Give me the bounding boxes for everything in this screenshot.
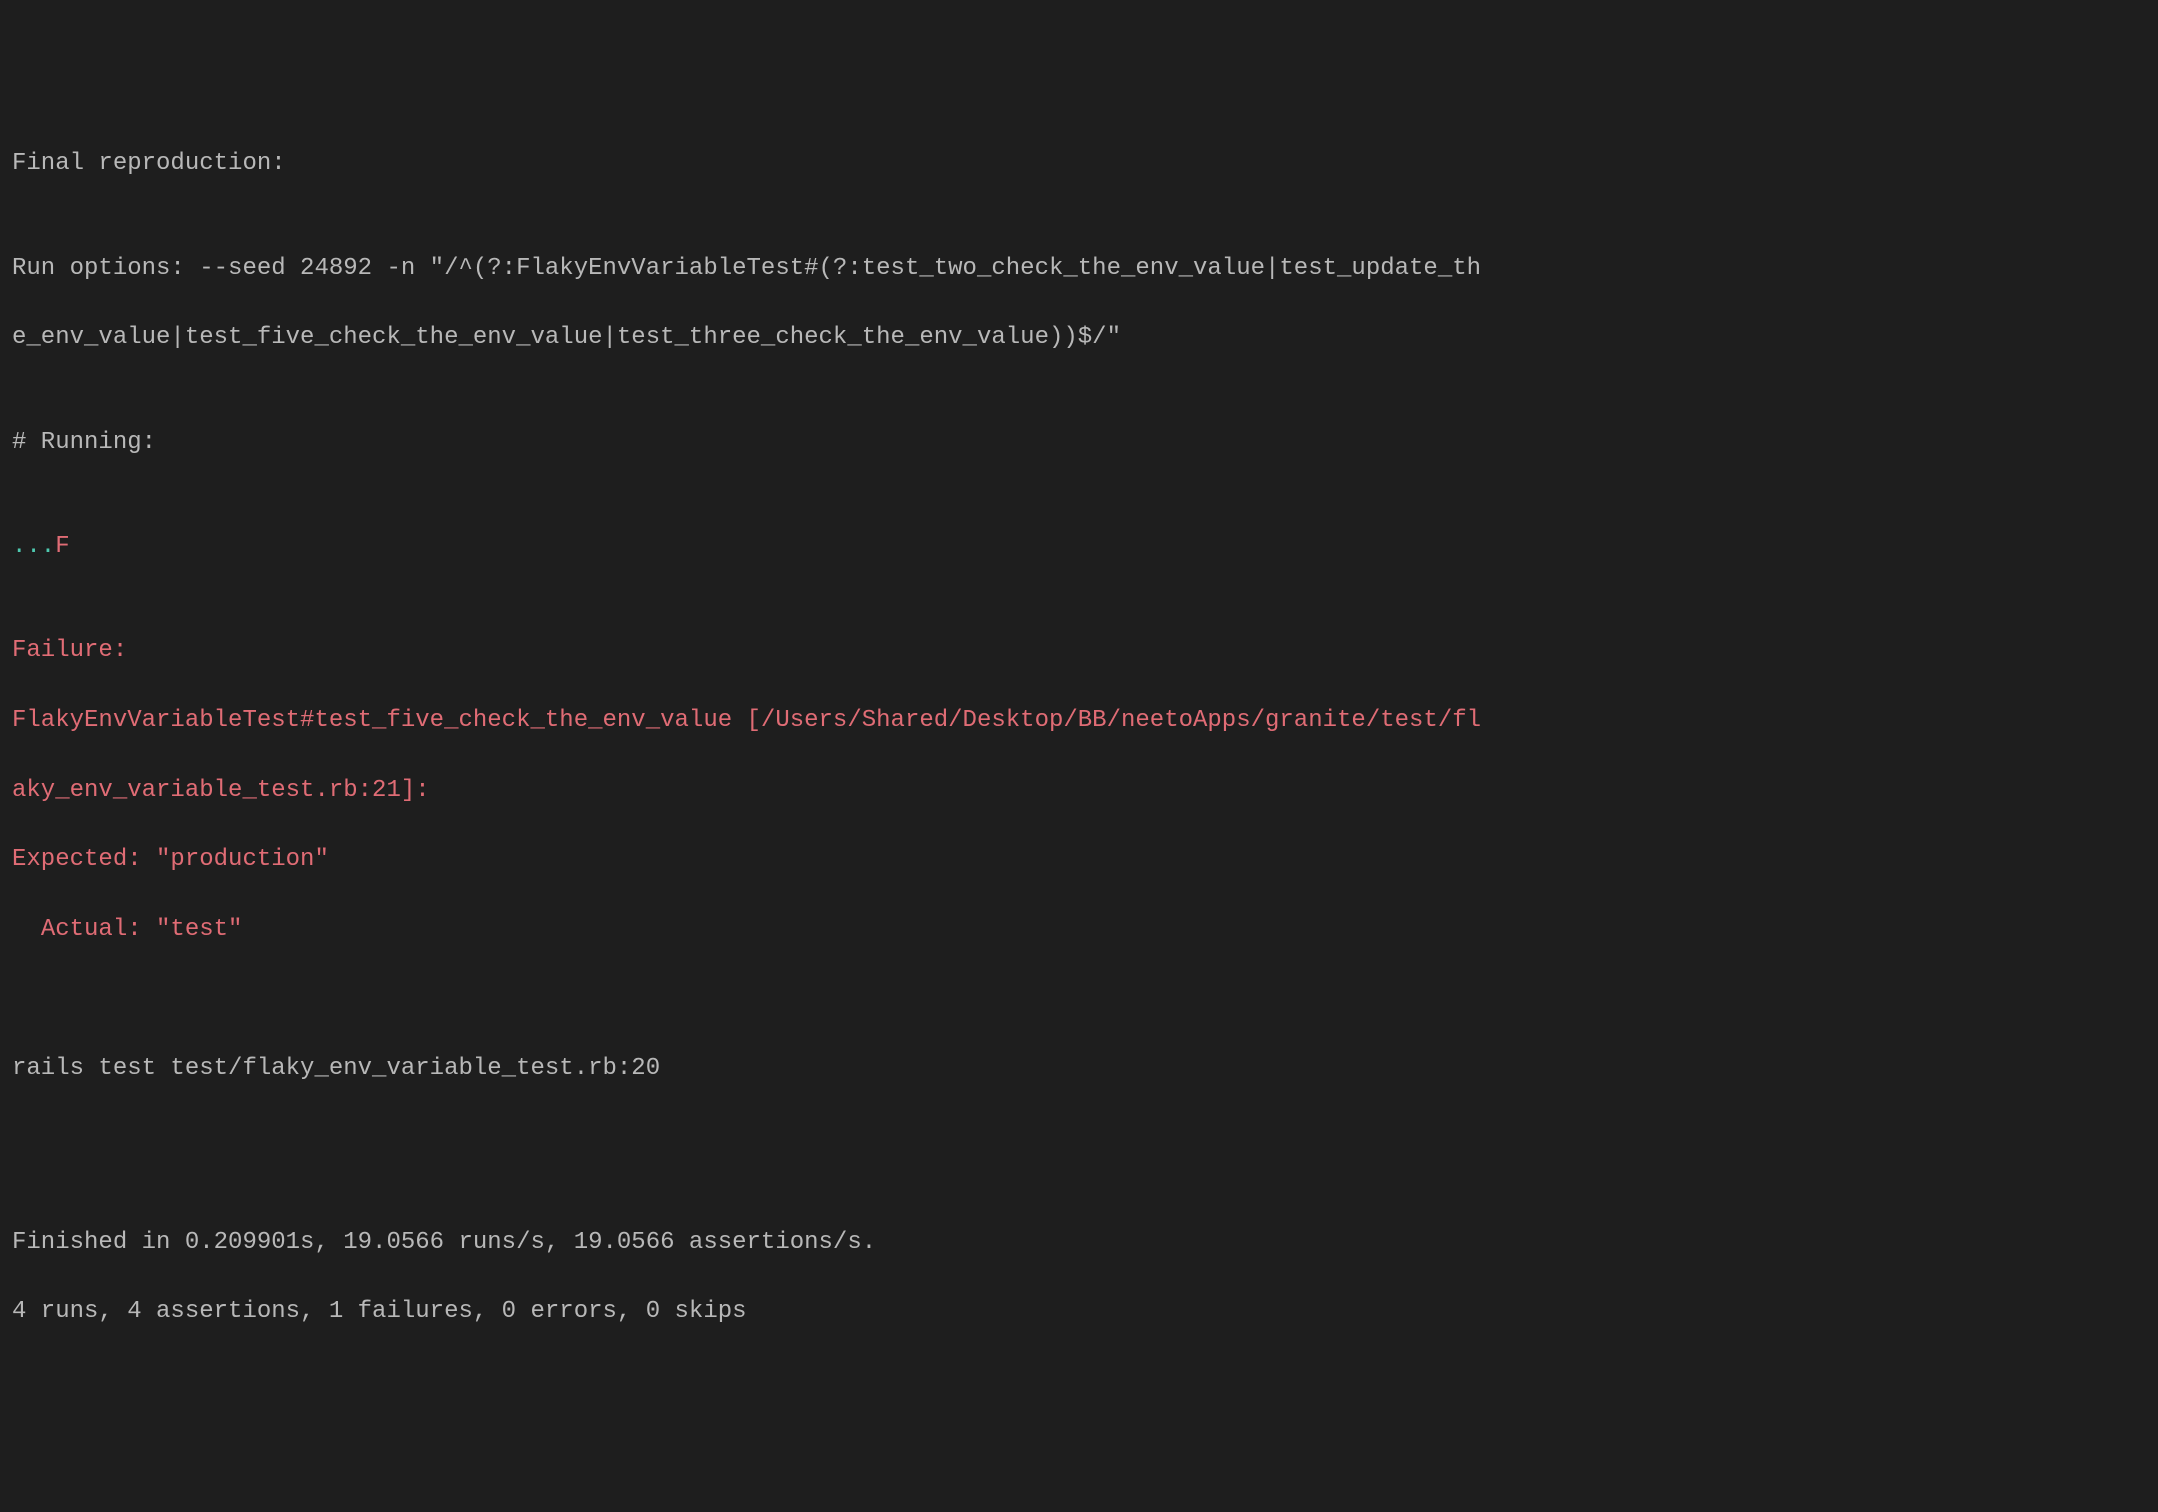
run-options-line1: Run options: --seed 24892 -n "/^(?:Flaky… <box>12 252 2146 287</box>
failure-location-line1: FlakyEnvVariableTest#test_five_check_the… <box>12 704 2146 739</box>
test-progress: ...F <box>12 530 2146 565</box>
fail-marker: F <box>55 533 69 560</box>
failure-location-line2: aky_env_variable_test.rb:21]: <box>12 774 2146 809</box>
failure-label: Failure: <box>12 634 2146 669</box>
run-options-line2: e_env_value|test_five_check_the_env_valu… <box>12 321 2146 356</box>
rails-test-command: rails test test/flaky_env_variable_test.… <box>12 1052 2146 1087</box>
pass-dots: ... <box>12 533 55 560</box>
running-label: # Running: <box>12 426 2146 461</box>
finished-stats: Finished in 0.209901s, 19.0566 runs/s, 1… <box>12 1226 2146 1261</box>
expected-value: Expected: "production" <box>12 843 2146 878</box>
actual-value: Actual: "test" <box>12 913 2146 948</box>
summary-stats: 4 runs, 4 assertions, 1 failures, 0 erro… <box>12 1295 2146 1330</box>
terminal-output: Final reproduction: Run options: --seed … <box>12 147 2146 1330</box>
final-reproduction-label: Final reproduction: <box>12 147 2146 182</box>
